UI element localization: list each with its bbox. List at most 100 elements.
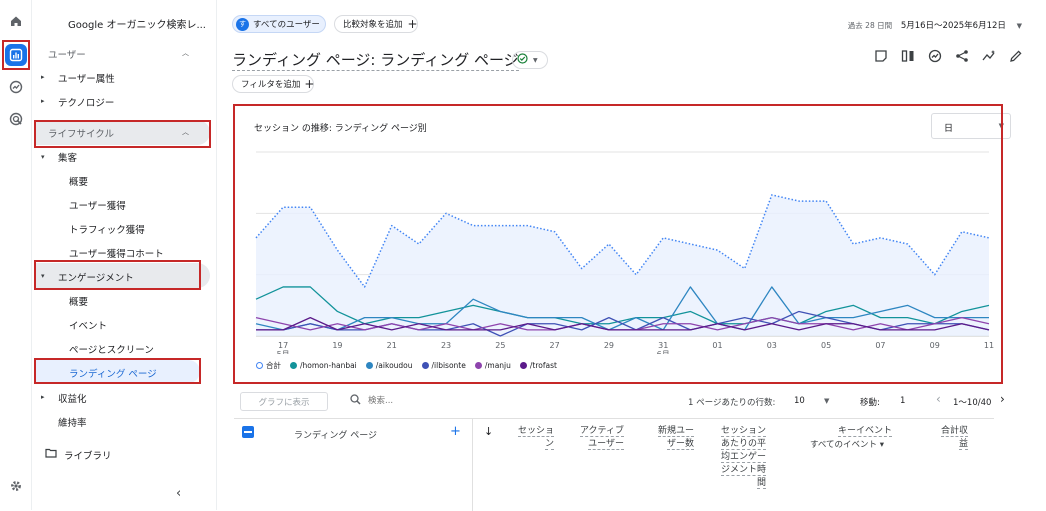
- collapse-triangle-icon[interactable]: ▾: [41, 153, 45, 161]
- metric-header[interactable]: セッション: [517, 425, 554, 451]
- metric-header[interactable]: セッション あたりの平 均エンゲー ジメント時間: [720, 425, 766, 490]
- legend-swatch: [421, 362, 429, 369]
- nav-rail: [0, 0, 32, 510]
- move-label: 移動:: [860, 398, 880, 408]
- sidebar-item-eng-overview[interactable]: 概要: [69, 294, 88, 308]
- next-page-icon[interactable]: ›: [1000, 392, 1005, 406]
- legend-label: /ilbisonte: [431, 361, 466, 370]
- move-page-input[interactable]: 1: [900, 396, 905, 406]
- explore-icon[interactable]: [5, 76, 27, 98]
- sidebar-item-acq-overview[interactable]: 概要: [69, 174, 88, 188]
- sidebar-item-traffic-acquisition[interactable]: トラフィック獲得: [69, 222, 145, 236]
- expand-triangle-icon[interactable]: ▸: [41, 393, 45, 401]
- chevron-down-icon[interactable]: ▼: [824, 397, 829, 405]
- sidebar-item-monetization[interactable]: 収益化: [58, 391, 87, 405]
- legend-item[interactable]: /homon-hanbai: [290, 360, 357, 371]
- folder-icon: [45, 448, 57, 461]
- key-event-selector[interactable]: すべてのイベント ▾: [810, 438, 884, 450]
- add-dimension-button[interactable]: +: [450, 424, 461, 439]
- sidebar-item-user-attributes[interactable]: ユーザー属性: [58, 71, 115, 85]
- select-all-checkbox[interactable]: [242, 426, 254, 438]
- collapse-sidebar-icon[interactable]: ‹: [176, 486, 181, 501]
- share-icon[interactable]: [954, 48, 970, 64]
- chevron-up-icon[interactable]: ︿: [182, 48, 189, 58]
- legend-item[interactable]: /aikoudou: [365, 360, 413, 371]
- sidebar-item-retention[interactable]: 維持率: [58, 415, 87, 429]
- report-status-chip[interactable]: ▼: [512, 51, 548, 69]
- previous-page-icon[interactable]: ‹: [936, 392, 941, 406]
- metric-header-line: 益: [958, 439, 968, 450]
- metric-header-line: 均エンゲー: [720, 452, 766, 463]
- sidebar-item-user-acquisition[interactable]: ユーザー獲得: [69, 198, 126, 212]
- metric-header-line: キーイベント: [837, 426, 892, 437]
- x-tick-label: 27: [550, 341, 560, 350]
- metric-header[interactable]: キーイベント: [837, 425, 892, 438]
- add-filter-button[interactable]: フィルタを追加 +: [232, 75, 314, 93]
- metric-header-line: 合計収: [940, 426, 968, 437]
- rows-per-page-select[interactable]: 10: [794, 396, 805, 406]
- segment-chip[interactable]: す すべてのユーザー: [232, 15, 326, 33]
- page-range: 1〜10/40: [953, 398, 992, 408]
- sidebar-item-pages-screens[interactable]: ページとスクリーン: [69, 342, 154, 356]
- reports-icon[interactable]: [5, 44, 27, 66]
- advertising-icon[interactable]: [5, 108, 27, 130]
- x-tick-label: 01: [712, 341, 722, 350]
- sidebar-item-engagement[interactable]: エンゲージメント: [58, 270, 134, 284]
- legend-item[interactable]: /manju: [474, 360, 511, 371]
- plus-icon: +: [304, 77, 315, 91]
- compare-label: 比較対象を追加: [343, 20, 403, 30]
- sidebar-item-landing-page[interactable]: ランディング ページ: [69, 366, 157, 380]
- metric-header-line: セッション: [720, 426, 766, 437]
- y-tick-label: 30: [1001, 148, 1002, 157]
- property-title[interactable]: Google オーガニック検索レ...: [68, 16, 206, 31]
- date-range-picker[interactable]: 過去 28 日間 5月16日〜2025年6月12日 ▼: [848, 19, 1022, 31]
- search-input[interactable]: [368, 393, 528, 409]
- metric-header[interactable]: 合計収益: [940, 425, 968, 451]
- metric-header-line: 新規ユー: [657, 426, 694, 437]
- legend-swatch: [474, 362, 482, 369]
- sort-arrow-icon[interactable]: ↓: [484, 425, 493, 438]
- sidebar-item-user-acq-cohort[interactable]: ユーザー獲得コホート: [69, 246, 164, 260]
- sidebar-section-user[interactable]: ユーザー: [48, 47, 86, 61]
- legend-label: /homon-hanbai: [300, 361, 357, 370]
- chevron-up-icon[interactable]: ︿: [182, 127, 189, 137]
- report-toolbar: [873, 48, 1024, 64]
- sidebar-item-library[interactable]: ライブラリ: [64, 448, 112, 462]
- expand-triangle-icon[interactable]: ▸: [41, 73, 45, 81]
- x-tick-label: 17: [278, 341, 288, 350]
- metric-header-line: セッショ: [517, 426, 554, 437]
- legend-label: /aikoudou: [375, 361, 413, 370]
- insights-icon[interactable]: [927, 48, 943, 64]
- trend-sparkle-icon[interactable]: [981, 48, 997, 64]
- dimension-header[interactable]: ランディング ページ: [294, 428, 377, 441]
- x-tick-label: 03: [767, 341, 777, 350]
- collapse-triangle-icon[interactable]: ▾: [41, 272, 45, 280]
- rows-per-page-label: 1 ページあたりの行数:: [688, 398, 776, 408]
- legend-item[interactable]: /ilbisonte: [421, 360, 466, 371]
- legend-item[interactable]: /trofast: [519, 360, 557, 371]
- metric-header[interactable]: 新規ユーザー数: [657, 425, 694, 451]
- x-tick-label: 29: [604, 341, 614, 350]
- add-comparison-button[interactable]: 比較対象を追加 +: [334, 15, 418, 33]
- settings-icon[interactable]: [5, 475, 27, 497]
- filter-label: フィルタを追加: [241, 80, 301, 90]
- sidebar-item-events[interactable]: イベント: [69, 318, 107, 332]
- expand-triangle-icon[interactable]: ▸: [41, 97, 45, 105]
- chart-card: セッション の推移: ランディング ページ別 日 ▼ 0102030171921…: [234, 104, 1011, 382]
- metric-header-line: あたりの平: [720, 439, 766, 450]
- legend-item[interactable]: 合計: [256, 360, 281, 371]
- edit-pencil-icon[interactable]: [1008, 48, 1024, 64]
- home-icon[interactable]: [5, 10, 27, 32]
- check-circle-icon: [517, 53, 528, 67]
- line-chart[interactable]: 0 10 20 30 17 19 21 23 25 27 29 31 01 03 05 07 09 11 5月 6月: [234, 104, 1002, 354]
- notes-icon[interactable]: [873, 48, 889, 64]
- sidebar-item-technology[interactable]: テクノロジー: [58, 95, 114, 109]
- sidebar-item-acquisition[interactable]: 集客: [58, 150, 77, 164]
- compare-columns-icon[interactable]: [900, 48, 916, 64]
- show-in-graph-button[interactable]: グラフに表示: [240, 392, 328, 411]
- sidebar-section-lifecycle[interactable]: ライフサイクル: [48, 126, 114, 140]
- metric-header[interactable]: アクティブ ユーザー: [579, 425, 624, 451]
- table-header: ランディング ページ + ↓ セッションアクティブ ユーザー 新規ユー ザー数 セッショ…: [234, 418, 994, 511]
- metric-header-line: ザー数: [666, 439, 694, 450]
- segment-label: すべてのユーザー: [253, 20, 320, 30]
